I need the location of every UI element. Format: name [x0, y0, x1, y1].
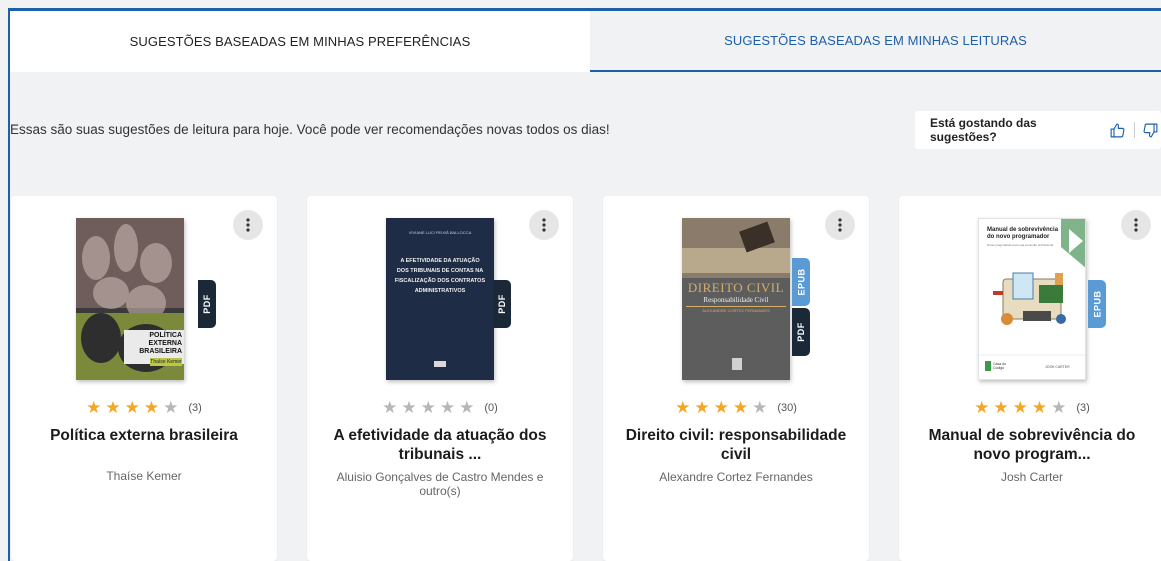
star-icon: ★: [86, 398, 102, 417]
kebab-menu-icon: [542, 218, 546, 232]
cover-subtitle: Thaíse Kemer: [150, 358, 182, 366]
book-card[interactable]: Manual de sobrevivência do novo programa…: [899, 196, 1161, 561]
star-icon: ★: [439, 398, 456, 417]
book-card[interactable]: DIREITO CIVIL Responsabilidade Civil ALE…: [603, 196, 869, 561]
tab-preferences[interactable]: SUGESTÕES BASEADAS EM MINHAS PREFERÊNCIA…: [10, 11, 590, 72]
cover-author: ALEXANDRE CORTEZ FERNANDES: [686, 306, 786, 313]
format-badge-epub: EPUB: [1088, 280, 1106, 328]
book-author: Alexandre Cortez Fernandes: [659, 470, 813, 484]
more-options-button[interactable]: [825, 210, 855, 240]
more-options-button[interactable]: [233, 210, 263, 240]
star-icon: ★: [1031, 398, 1048, 417]
feedback-box: Está gostando das sugestões?: [915, 111, 1161, 149]
rating-count: (0): [484, 401, 498, 414]
book-card[interactable]: POLÍTICA EXTERNA BRASILEIRA Thaíse Kemer…: [11, 196, 277, 561]
format-badge-pdf: PDF: [198, 280, 216, 328]
suggestion-tabs: SUGESTÕES BASEADAS EM MINHAS PREFERÊNCIA…: [10, 11, 1161, 72]
book-title[interactable]: A efetividade da atuação dos tribunais .…: [327, 426, 553, 464]
book-cover[interactable]: Manual de sobrevivência do novo programa…: [978, 218, 1086, 380]
format-badge-epub: EPUB: [792, 258, 810, 306]
rating-count: (30): [777, 401, 797, 414]
intro-text: Essas são suas sugestões de leitura para…: [10, 122, 610, 137]
star-icon: ★: [694, 398, 710, 417]
rating: ★ ★ ★ ★ ★ (3): [899, 399, 1161, 416]
more-options-button[interactable]: [529, 210, 559, 240]
cover-publisher: Casa do Código: [993, 362, 1007, 370]
star-icon: ★: [124, 398, 140, 417]
star-icon: ★: [752, 398, 768, 417]
book-cover[interactable]: DIREITO CIVIL Responsabilidade Civil ALE…: [682, 218, 790, 380]
star-icon: ★: [713, 398, 729, 417]
format-badge-pdf: PDF: [493, 280, 511, 328]
star-icon: ★: [732, 398, 749, 417]
cover-title: DIREITO CIVIL: [687, 280, 785, 295]
cover-author: VIVIANE LUCI PEIXIÃ BALLOCCA: [408, 230, 472, 235]
format-badge-pdf: PDF: [792, 308, 810, 356]
book-author: Josh Carter: [1000, 470, 1064, 484]
book-card[interactable]: VIVIANE LUCI PEIXIÃ BALLOCCA A EFETIVIDA…: [307, 196, 573, 561]
book-author: Thaíse Kemer: [106, 469, 182, 483]
star-icon: ★: [1012, 398, 1028, 417]
book-title[interactable]: Manual de sobrevivência do novo program.…: [919, 426, 1145, 464]
star-icon: ★: [420, 398, 436, 417]
thumbs-up-icon[interactable]: [1107, 119, 1127, 141]
kebab-menu-icon: [1134, 218, 1138, 232]
star-icon: ★: [459, 398, 475, 417]
cover-subtitle: Responsabilidade Civil: [703, 296, 769, 304]
rating: ★ ★ ★ ★ ★ (3): [11, 399, 277, 416]
feedback-divider: [1133, 122, 1135, 138]
cover-title: A EFETIVIDADE DA ATUAÇÃO DOS TRIBUNAIS D…: [394, 258, 486, 294]
star-icon: ★: [675, 398, 691, 417]
star-icon: ★: [382, 398, 398, 417]
book-cover[interactable]: VIVIANE LUCI PEIXIÃ BALLOCCA A EFETIVIDA…: [386, 218, 494, 380]
star-icon: ★: [993, 398, 1009, 417]
book-title[interactable]: Política externa brasileira: [31, 426, 257, 445]
cover-title: POLÍTICA EXTERNA BRASILEIRA: [139, 332, 182, 355]
star-icon: ★: [1051, 398, 1067, 417]
cover-author: JOSH CARTER: [1045, 365, 1070, 369]
cover-logo: [434, 361, 446, 367]
thumbs-down-icon[interactable]: [1141, 119, 1161, 141]
rating: ★ ★ ★ ★ ★ (30): [603, 399, 869, 416]
book-author: Aluisio Gonçalves de Castro Mendes e out…: [336, 470, 544, 498]
tab-readings[interactable]: SUGESTÕES BASEADAS EM MINHAS LEITURAS: [590, 11, 1161, 72]
rating: ★ ★ ★ ★ ★ (0): [307, 399, 573, 416]
kebab-menu-icon: [246, 218, 250, 232]
more-options-button[interactable]: [1121, 210, 1151, 240]
rating-count: (3): [1076, 401, 1090, 414]
star-icon: ★: [163, 398, 179, 417]
kebab-menu-icon: [838, 218, 842, 232]
star-icon: ★: [105, 398, 121, 417]
star-icon: ★: [143, 398, 160, 417]
book-title[interactable]: Direito civil: responsabilidade civil: [623, 426, 849, 464]
rating-count: (3): [188, 401, 202, 414]
book-cover[interactable]: POLÍTICA EXTERNA BRASILEIRA Thaíse Kemer: [76, 218, 184, 380]
star-icon: ★: [974, 398, 990, 417]
star-icon: ★: [401, 398, 417, 417]
feedback-question: Está gostando das sugestões?: [930, 116, 1037, 144]
